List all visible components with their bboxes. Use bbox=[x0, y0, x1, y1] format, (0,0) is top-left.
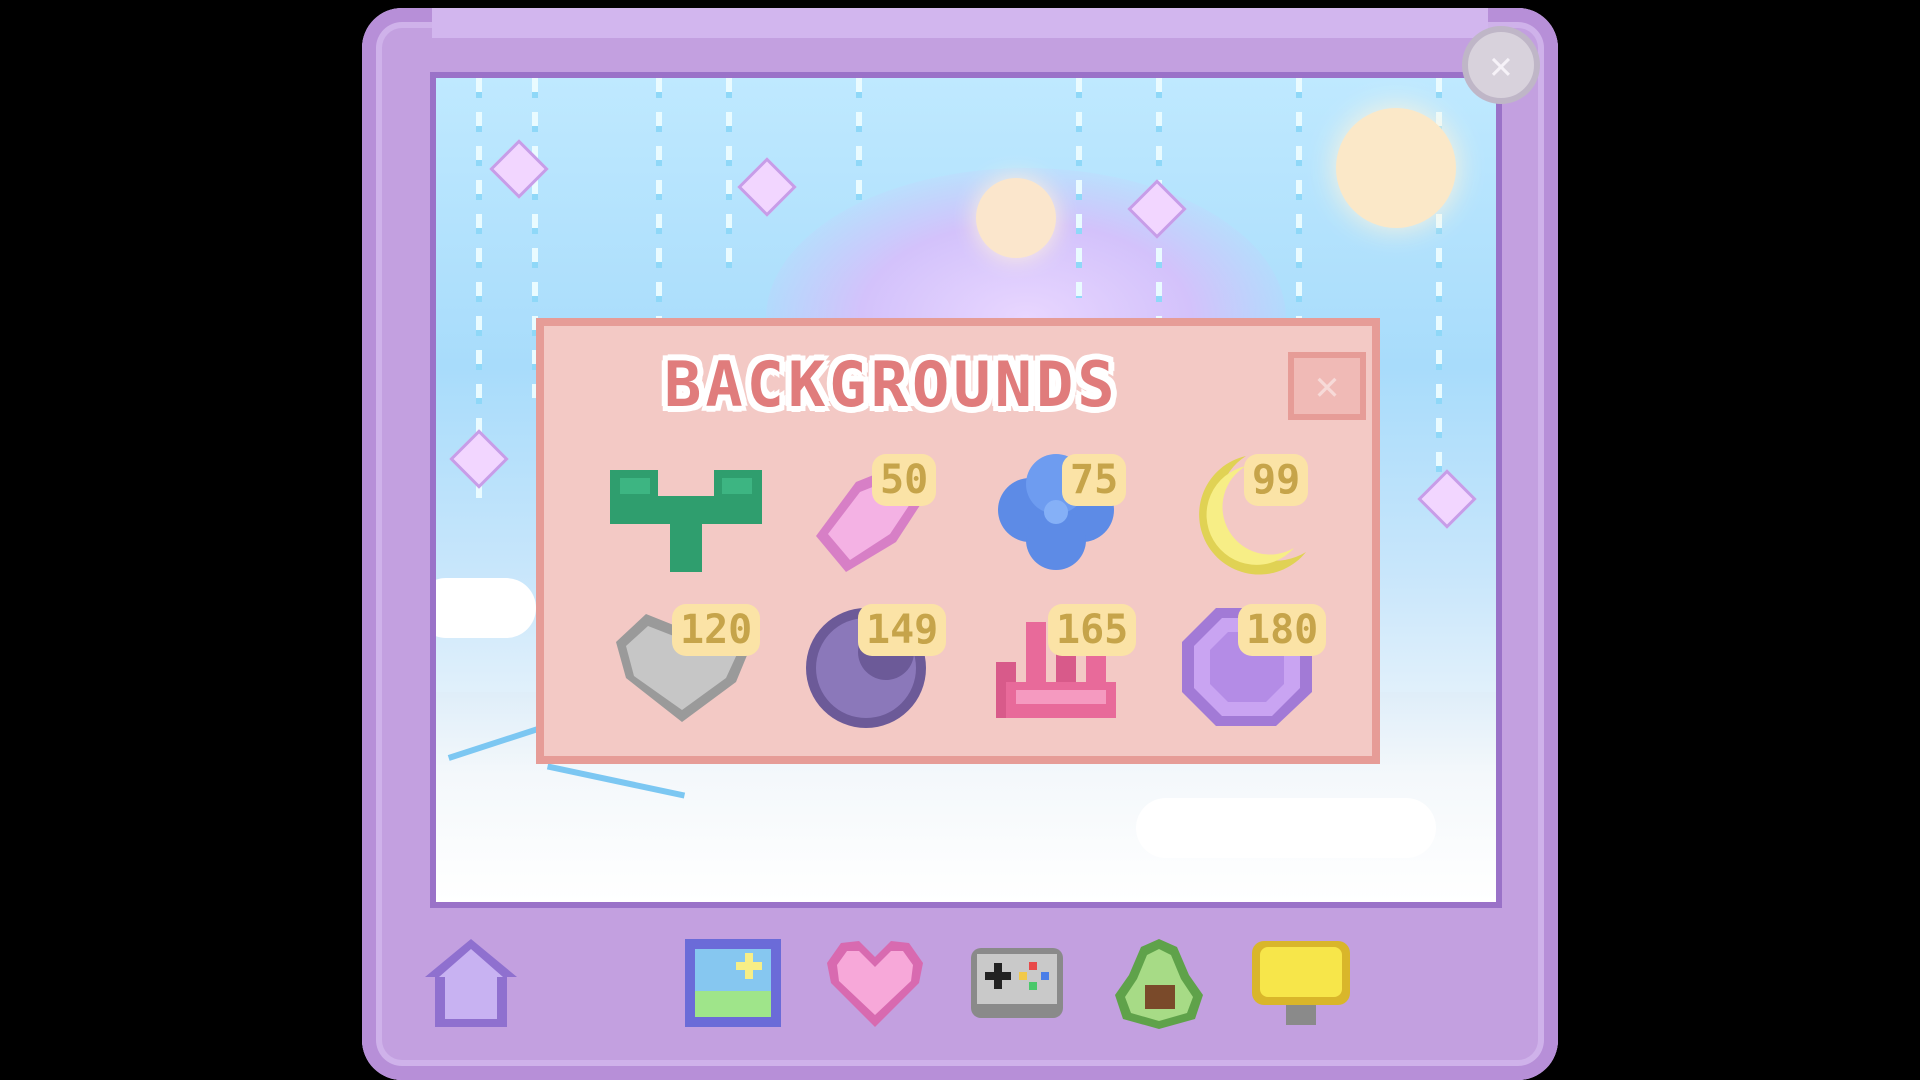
price-badge: 165 bbox=[1048, 604, 1137, 656]
moon bbox=[1336, 108, 1456, 228]
gamepad-icon bbox=[971, 948, 1063, 1018]
cloud bbox=[436, 578, 536, 638]
price-badge: 50 bbox=[872, 454, 937, 506]
moon-small bbox=[976, 178, 1056, 258]
bottom-nav-bar bbox=[422, 928, 1498, 1038]
background-item-gem[interactable]: 180 bbox=[1170, 596, 1360, 746]
hanging-gem bbox=[449, 429, 509, 489]
backgrounds-grid: 50 75 99 120 149 165 180 bbox=[600, 446, 1360, 746]
price-badge: 180 bbox=[1238, 604, 1327, 656]
avocado-icon bbox=[1115, 939, 1203, 1029]
background-item-moon[interactable]: 99 bbox=[1170, 446, 1360, 596]
hanging-gem bbox=[1417, 469, 1477, 529]
cloud bbox=[1136, 798, 1436, 858]
hanging-string bbox=[1076, 78, 1082, 298]
price-badge: 149 bbox=[858, 604, 947, 656]
nav-lamp-button[interactable] bbox=[1246, 928, 1356, 1038]
nav-pet-button[interactable] bbox=[1104, 928, 1214, 1038]
panel-title: BACKGROUNDS bbox=[664, 348, 1119, 421]
background-item-planet[interactable]: 149 bbox=[790, 596, 980, 746]
heart-icon bbox=[827, 941, 923, 1027]
hanging-string bbox=[726, 78, 732, 278]
backgrounds-panel: BACKGROUNDS ✕ 50 75 99 120 149 165 180 bbox=[536, 318, 1380, 764]
sprout-icon bbox=[610, 470, 762, 572]
nav-games-button[interactable] bbox=[962, 928, 1072, 1038]
price-badge: 120 bbox=[672, 604, 761, 656]
hanging-gem bbox=[737, 157, 797, 217]
nav-home-button[interactable] bbox=[416, 928, 526, 1038]
hanging-string bbox=[656, 78, 662, 328]
background-item-sprout[interactable] bbox=[600, 446, 790, 596]
price-badge: 99 bbox=[1244, 454, 1309, 506]
background-item-crystal[interactable]: 50 bbox=[790, 446, 980, 596]
nav-backgrounds-button[interactable] bbox=[678, 928, 788, 1038]
lamp-icon bbox=[1252, 941, 1350, 1025]
device-top-rim bbox=[432, 8, 1488, 38]
nav-favorites-button[interactable] bbox=[820, 928, 930, 1038]
hanging-gem bbox=[489, 139, 549, 199]
background-item-coral[interactable]: 165 bbox=[980, 596, 1170, 746]
hanging-string bbox=[856, 78, 862, 208]
background-item-flower[interactable]: 75 bbox=[980, 446, 1170, 596]
price-badge: 75 bbox=[1062, 454, 1127, 506]
backgrounds-icon bbox=[685, 939, 781, 1027]
background-item-rock[interactable]: 120 bbox=[600, 596, 790, 746]
close-icon: ✕ bbox=[1489, 43, 1513, 87]
window-close-button[interactable]: ✕ bbox=[1462, 26, 1540, 104]
panel-close-button[interactable]: ✕ bbox=[1288, 352, 1366, 420]
close-icon: ✕ bbox=[1314, 363, 1340, 409]
hanging-string bbox=[1296, 78, 1302, 318]
home-icon bbox=[425, 939, 517, 1027]
